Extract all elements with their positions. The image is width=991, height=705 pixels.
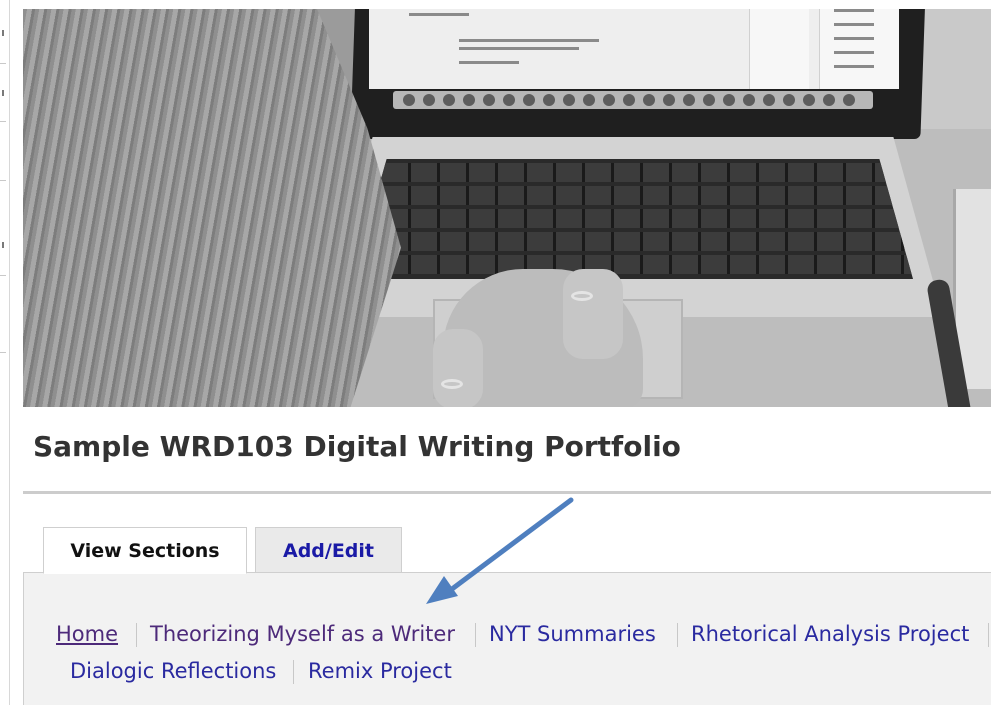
gutter-mark bbox=[0, 90, 4, 96]
nav-separator bbox=[988, 623, 989, 647]
title-divider bbox=[23, 491, 991, 494]
gutter-mark bbox=[0, 30, 4, 36]
gutter-tick bbox=[0, 121, 6, 122]
banner-image bbox=[23, 9, 991, 407]
nav-link-home[interactable]: Home bbox=[56, 622, 118, 646]
nav-separator bbox=[136, 623, 137, 647]
nav-link-dialogic-reflections[interactable]: Dialogic Reflections bbox=[70, 659, 276, 683]
browser-left-gutter bbox=[0, 0, 8, 705]
gutter-tick bbox=[0, 275, 6, 276]
page-title: Sample WRD103 Digital Writing Portfolio bbox=[33, 430, 681, 463]
gutter-tick bbox=[0, 63, 6, 64]
nav-link-remix-project[interactable]: Remix Project bbox=[308, 659, 452, 683]
gutter-mark bbox=[0, 242, 4, 248]
nav-link-rhetorical-analysis[interactable]: Rhetorical Analysis Project bbox=[691, 622, 969, 646]
nav-separator bbox=[293, 660, 294, 684]
tab-view-sections[interactable]: View Sections bbox=[43, 527, 247, 574]
gutter-tick bbox=[0, 180, 6, 181]
nav-separator bbox=[677, 623, 678, 647]
nav-link-theorizing-myself[interactable]: Theorizing Myself as a Writer bbox=[150, 622, 455, 646]
nav-link-nyt-summaries[interactable]: NYT Summaries bbox=[489, 622, 656, 646]
gutter-tick bbox=[0, 352, 6, 353]
tab-add-edit[interactable]: Add/Edit bbox=[255, 527, 402, 573]
page-edge-divider bbox=[9, 0, 10, 705]
nav-separator bbox=[475, 623, 476, 647]
